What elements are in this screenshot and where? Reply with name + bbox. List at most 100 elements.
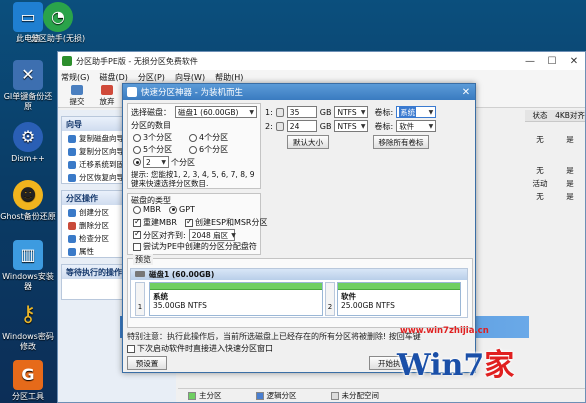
rebuild-mbr-checkbox[interactable] bbox=[133, 217, 141, 227]
align-checkbox[interactable] bbox=[133, 229, 141, 239]
partition-1-size-input[interactable]: 35 bbox=[286, 106, 317, 118]
cell: 无 bbox=[536, 166, 544, 175]
open-quick-partition-checkbox[interactable] bbox=[127, 344, 135, 353]
col-4k[interactable]: 4KB对齐 bbox=[555, 110, 585, 121]
desktop-icon-label: 分区工具 bbox=[12, 392, 44, 401]
backup-tool-icon: ✕ bbox=[13, 60, 43, 90]
gpt-radio[interactable] bbox=[169, 205, 177, 214]
item-label: 创建分区 bbox=[79, 208, 109, 217]
menu-wizard[interactable]: 向导(W) bbox=[175, 72, 205, 83]
menu-general[interactable]: 常规(G) bbox=[61, 72, 89, 83]
cell: 无 bbox=[536, 192, 544, 201]
maximize-button[interactable]: ☐ bbox=[541, 56, 563, 67]
table-row[interactable]: 活动 是 bbox=[525, 178, 585, 191]
partition-1-num: 1 bbox=[135, 282, 145, 316]
checkbox-label: 尝试为PE中创建的分区分配盘符 bbox=[143, 242, 257, 251]
remove-all-labels-button[interactable]: 移除所有卷标 bbox=[373, 135, 429, 149]
count-4-radio[interactable] bbox=[189, 133, 197, 142]
cell: 是 bbox=[566, 192, 574, 201]
disk-select[interactable]: 磁盘1 (60.00GB) ▼ bbox=[175, 106, 257, 118]
cell: 是 bbox=[566, 166, 574, 175]
table-row[interactable]: 无是 bbox=[525, 134, 585, 147]
desktop-icon-label: Windows安装器 bbox=[2, 272, 54, 291]
count-6-radio[interactable] bbox=[189, 145, 197, 154]
desktop-icon-label: 分区助手(无损) bbox=[30, 34, 86, 43]
partition-index: 2: bbox=[265, 121, 273, 131]
desktop-icon-password[interactable]: ⚷ Windows密码修改 bbox=[0, 300, 56, 352]
radio-label: 6个分区 bbox=[199, 145, 229, 154]
preset-button[interactable]: 预设置 bbox=[127, 356, 167, 370]
menu-disk[interactable]: 磁盘(D) bbox=[99, 72, 127, 83]
volume-label-text: 卷标: bbox=[374, 121, 394, 131]
checkbox-label: 下次启动软件时直接进入快速分区窗口 bbox=[137, 344, 273, 353]
lock-icon[interactable] bbox=[275, 107, 284, 117]
partition-2-fs-select[interactable]: NTFS ▼ bbox=[334, 120, 369, 132]
checkbox-label: 创建ESP和MSR分区 bbox=[195, 218, 268, 227]
cell: 是 bbox=[566, 179, 574, 188]
partition-2-num: 2 bbox=[325, 282, 335, 316]
partition-assistant-icon: ◔ bbox=[43, 2, 73, 32]
count-suffix: 个分区 bbox=[171, 157, 195, 167]
count-hint: 提示: 您能按1, 2, 3, 4, 5, 6, 7, 8, 9键来快速选择分区… bbox=[131, 170, 255, 188]
usage-bar bbox=[150, 283, 322, 290]
partition-1-fs-select[interactable]: NTFS ▼ bbox=[334, 106, 369, 118]
submit-button[interactable]: 提交 bbox=[62, 84, 92, 107]
desktop-icon-windows-installer[interactable]: ▥ Windows安装器 bbox=[0, 240, 56, 292]
desktop-icon-partition-assistant[interactable]: ◔ 分区助手(无损) bbox=[30, 2, 86, 44]
recovery-icon bbox=[68, 173, 76, 182]
item-label: 属性 bbox=[79, 247, 94, 256]
ghost-icon: ☻ bbox=[13, 180, 43, 210]
item-label: 复制分区向导 bbox=[79, 147, 124, 156]
partition-name: 软件 bbox=[341, 292, 356, 301]
partition-2-label-select[interactable]: 软件 ▼ bbox=[396, 120, 437, 132]
disk-preview: 磁盘1 (60.00GB) 1 系统 35.00GB NTFS 2 软件 25.… bbox=[130, 268, 468, 318]
close-button[interactable]: ✕ bbox=[563, 56, 585, 67]
cell: 活动 bbox=[532, 179, 548, 188]
minimize-button[interactable]: — bbox=[519, 56, 541, 67]
discard-button[interactable]: 放弃 bbox=[92, 84, 122, 107]
desktop-icon-ghost[interactable]: ☻ Ghost备份还原 bbox=[0, 180, 56, 222]
menubar: 常规(G) 磁盘(D) 分区(P) 向导(W) 帮助(H) bbox=[58, 70, 585, 84]
item-label: 检查分区 bbox=[79, 234, 109, 243]
app-titlebar: 分区助手PE版 - 无损分区免费软件 — ☐ ✕ bbox=[58, 52, 585, 70]
dialog-titlebar: 快速分区神器 - 为装机而生 ✕ bbox=[123, 84, 475, 100]
partition-preview-system[interactable]: 系统 35.00GB NTFS bbox=[149, 282, 323, 316]
key-icon: ⚷ bbox=[19, 302, 37, 327]
mbr-radio[interactable] bbox=[133, 205, 141, 214]
dialog-close-button[interactable]: ✕ bbox=[457, 87, 475, 98]
legend-logical: 逻辑分区 bbox=[255, 390, 297, 401]
col-status[interactable]: 状态 bbox=[525, 110, 555, 121]
dialog-title: 快速分区神器 - 为装机而生 bbox=[141, 88, 243, 98]
installer-icon: ▥ bbox=[13, 240, 43, 270]
table-row[interactable]: 无是 bbox=[525, 191, 585, 204]
desktop-icon-label: Ghost备份还原 bbox=[0, 212, 56, 221]
align-select[interactable]: 2048 扇区 ▼ bbox=[188, 229, 236, 241]
partition-1-label-select[interactable]: 系统 ▼ bbox=[396, 106, 437, 118]
table-row[interactable]: 无是 bbox=[525, 165, 585, 178]
desktop-icon-gi-backup[interactable]: ✕ GI单键备份还原 bbox=[0, 60, 56, 112]
radio-label: GPT bbox=[179, 205, 195, 214]
count-3-radio[interactable] bbox=[133, 133, 141, 142]
default-size-button[interactable]: 默认大小 bbox=[287, 135, 329, 149]
app-title: 分区助手PE版 - 无损分区免费软件 bbox=[76, 56, 198, 66]
item-label: 复制磁盘向导 bbox=[79, 134, 124, 143]
count-custom-radio[interactable] bbox=[133, 158, 141, 166]
radio-label: 3个分区 bbox=[143, 133, 173, 142]
menu-partition[interactable]: 分区(P) bbox=[138, 72, 165, 83]
disk-icon bbox=[68, 134, 76, 143]
partition-index: 1: bbox=[265, 107, 273, 117]
lock-icon[interactable] bbox=[275, 121, 284, 131]
count-custom-select[interactable]: 2 ▼ bbox=[143, 156, 169, 168]
create-esp-checkbox[interactable] bbox=[185, 217, 193, 227]
create-icon bbox=[68, 208, 76, 217]
partition-2-size-input[interactable]: 24 bbox=[286, 120, 317, 132]
radio-label: MBR bbox=[143, 205, 161, 214]
count-5-radio[interactable] bbox=[133, 145, 141, 154]
partition-preview-software[interactable]: 软件 25.00GB NTFS bbox=[337, 282, 461, 316]
menu-help[interactable]: 帮助(H) bbox=[215, 72, 243, 83]
delete-warning: 特别注意：执行此操作后，当前所选磁盘上已经存在的所有分区将被删除! 按回车键 bbox=[127, 332, 421, 341]
desktop-icon-partition-tool[interactable]: G 分区工具 bbox=[0, 360, 56, 402]
pe-drive-letter-checkbox[interactable] bbox=[133, 242, 141, 251]
desktop-icon-dism[interactable]: ⚙ Dism++ bbox=[0, 122, 56, 164]
dialog-app-icon bbox=[127, 87, 137, 97]
